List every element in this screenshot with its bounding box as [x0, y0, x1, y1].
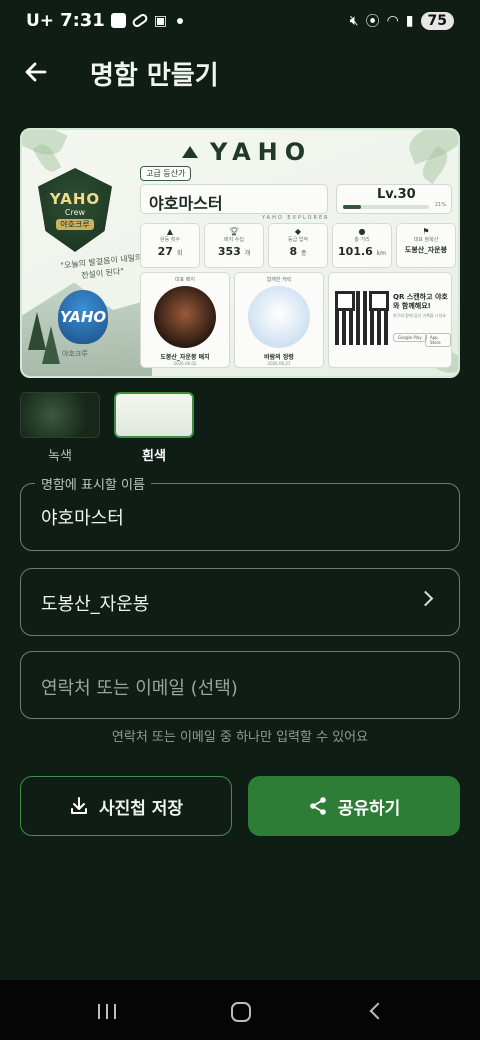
stat-badges: 🏆︎ 배지 수집 353 개	[204, 223, 264, 268]
crew-crest-logo: YAHO Crew 야호크루	[38, 168, 112, 252]
contact-helper-text: 연락처 또는 이메일 중 하나만 입력할 수 있어요	[111, 730, 369, 745]
screenshot-notification-icon: ▣	[153, 12, 168, 29]
stat-label: 배지 수집	[224, 237, 244, 243]
stat-value: 101.6	[338, 245, 373, 258]
wind-spirit-image	[248, 286, 310, 348]
home-button[interactable]	[231, 1002, 251, 1022]
download-icon	[70, 797, 87, 814]
mountain-selector[interactable]: 도봉산_자운봉	[20, 568, 460, 636]
stat-value: 27	[157, 245, 173, 258]
mountain-selector-value: 도봉산_자운봉	[41, 594, 150, 615]
crest-title: YAHO	[49, 190, 101, 208]
stat-unit: 회	[176, 250, 183, 257]
share-button-label: 공유하기	[337, 798, 401, 819]
logo-caption: 야호크루	[62, 350, 88, 358]
stat-unit: km	[376, 250, 386, 257]
crest-subtitle: Crew	[64, 208, 86, 217]
gem-icon: ◆	[294, 227, 302, 236]
stat-label: 대표 정복산	[413, 237, 439, 243]
theme-option-white[interactable]	[114, 392, 194, 438]
carrier-label: U+	[26, 10, 55, 31]
explorer-label: YAHO EXPLORER	[262, 215, 330, 221]
stat-value: 8	[289, 245, 298, 258]
wifi-icon: ◠	[386, 13, 399, 29]
stat-value: 도봉산_자운봉	[404, 246, 448, 254]
business-card-preview: YAHO Crew 야호크루 "오늘의 발걸음이 내일의 전설이 된다" YAH…	[20, 128, 460, 378]
card-name: 야호마스터	[140, 184, 328, 214]
badge-name: 도봉산_자운봉 배지	[160, 354, 210, 361]
level-box: Lv.30 21%	[336, 184, 452, 214]
theme-option-green[interactable]	[20, 392, 100, 438]
pin-icon: ●	[358, 227, 366, 236]
theme-label-white: 흰색	[142, 449, 166, 464]
qr-subtitle: 친구와 함께 등산 기록을 나눠요	[393, 313, 446, 318]
stat-value: 353	[217, 245, 241, 258]
name-field[interactable]: 명함에 표시할 이름 야호마스터	[20, 474, 460, 551]
badge-date: 2026.06.02	[173, 361, 197, 366]
arrow-left-icon	[25, 62, 47, 82]
recents-button[interactable]	[98, 1004, 116, 1019]
google-play-badge: Google Play	[393, 333, 427, 342]
stats-row: ▲ 완등 횟수 27 회 🏆︎ 배지 수집 353 개 ◆ 등급 업적 8 종 …	[140, 223, 456, 268]
grade-badge: 고급 등산가	[140, 166, 192, 181]
page-title: 명함 만들기	[90, 61, 219, 91]
system-nav-bar	[0, 980, 480, 1040]
system-back-button[interactable]	[369, 1002, 387, 1020]
stat-label: 등급 업적	[288, 237, 308, 243]
stat-label: 총 거리	[354, 237, 370, 243]
qr-code	[335, 291, 389, 345]
stat-unit: 개	[244, 250, 251, 257]
flag-icon: ⚑	[422, 227, 430, 236]
trophy-icon: 🏆︎	[228, 227, 240, 236]
yaho-mascot-logo: YAHO	[58, 290, 108, 344]
pill-notification-icon	[130, 12, 149, 29]
stat-summits: ▲ 완등 횟수 27 회	[140, 223, 200, 268]
level-progress-fill	[343, 205, 362, 209]
badge-title: 대표 배지	[175, 277, 195, 283]
clock: 7:31	[60, 10, 105, 31]
qr-section: QR 스캔하고 야호와 함께해요! 친구와 함께 등산 기록을 나눠요 Goog…	[328, 272, 452, 368]
share-button[interactable]: 공유하기	[248, 776, 460, 836]
mountain-icon: ▲	[166, 227, 174, 236]
level-progress-bar	[343, 205, 429, 209]
crest-tag: 야호크루	[56, 219, 94, 230]
name-field-value: 야호마스터	[41, 508, 124, 529]
stat-label: 완등 횟수	[160, 237, 180, 243]
stat-main-mountain: ⚑ 대표 정복산 도봉산_자운봉	[396, 223, 456, 268]
save-to-gallery-button[interactable]: 사진첩 저장	[20, 776, 232, 836]
companion-character: 함께한 캐릭 바람의 정령 2026.06.27	[234, 272, 324, 368]
mute-icon: 🔇︎	[349, 13, 359, 29]
contact-field[interactable]: 연락처 또는 이메일 (선택)	[20, 651, 460, 719]
contact-field-placeholder: 연락처 또는 이메일 (선택)	[41, 678, 238, 699]
chevron-right-icon	[417, 590, 434, 607]
card-slogan: "오늘의 발걸음이 내일의 전설이 된다"	[59, 252, 143, 281]
app-store-badge: App Store	[425, 333, 451, 347]
representative-badge: 대표 배지 도봉산_자운봉 배지 2026.06.02	[140, 272, 230, 368]
badge-title: 함께한 캐릭	[266, 277, 292, 283]
badge-date: 2026.06.27	[267, 361, 291, 366]
theme-label-green: 녹색	[48, 449, 72, 464]
mountain-icon	[182, 146, 198, 158]
tree-decoration	[42, 326, 60, 364]
qr-title: QR 스캔하고 야호와 함께해요!	[393, 293, 448, 310]
level-label: Lv.30	[377, 187, 416, 202]
badge-name: 바람의 정령	[264, 354, 294, 361]
more-notifications-icon	[177, 17, 184, 24]
stat-unit: 종	[300, 250, 307, 257]
stat-achievements: ◆ 등급 업적 8 종	[268, 223, 328, 268]
shield-badge-image	[154, 286, 216, 348]
share-icon	[309, 797, 326, 815]
save-button-label: 사진첩 저장	[98, 798, 184, 819]
location-icon: ⦿	[365, 14, 380, 30]
level-percent: 21%	[434, 202, 446, 208]
app-notification-icon	[110, 13, 126, 28]
signal-icon: ▮	[405, 13, 414, 29]
stat-distance: ● 총 거리 101.6 km	[332, 223, 392, 268]
name-field-label: 명함에 표시할 이름	[35, 474, 151, 493]
back-button[interactable]	[20, 56, 52, 88]
status-bar: U+ 7:31 ▣ 🔇︎ ⦿ ◠ ▮ 75	[0, 0, 480, 44]
battery-indicator: 75	[420, 12, 454, 30]
card-brand: YAHO	[182, 138, 312, 166]
brand-text: YAHO	[210, 138, 313, 166]
